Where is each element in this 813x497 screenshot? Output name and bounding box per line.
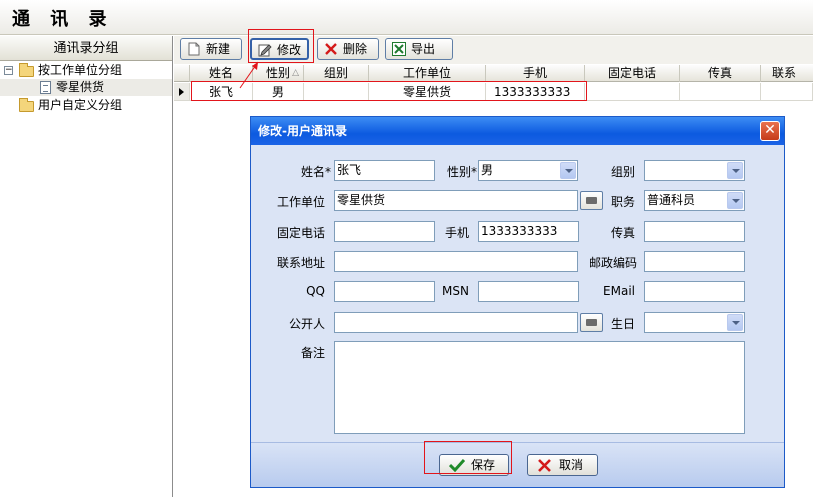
phone-label: 固定电话 (276, 226, 325, 240)
fax-field[interactable] (644, 221, 745, 242)
group-select[interactable] (644, 160, 745, 181)
sidebar-header: 通讯录分组 (0, 36, 172, 61)
company-field[interactable]: 零星供货 (334, 190, 578, 211)
position-label: 职务 (610, 195, 635, 209)
phone-field[interactable] (334, 221, 435, 242)
cell-fax[interactable] (680, 83, 761, 101)
export-button-label: 导出 (411, 42, 436, 56)
row-selector-header (174, 65, 190, 82)
remark-label: 备注 (300, 346, 325, 360)
tree-node-label: 零星供货 (56, 80, 105, 94)
address-field[interactable] (334, 251, 578, 272)
folder-icon (19, 98, 34, 112)
company-label: 工作单位 (276, 195, 325, 209)
delete-button-label: 删除 (343, 42, 368, 56)
tree-node-group-by-company[interactable]: − 按工作单位分组 (0, 62, 172, 79)
column-header-mobile[interactable]: 手机 (486, 65, 585, 82)
tree-node-company-item[interactable]: 零星供货 (0, 79, 172, 96)
save-button-highlight (424, 441, 512, 474)
group-label: 组别 (610, 165, 635, 179)
fax-label: 传真 (610, 226, 635, 240)
position-select[interactable]: 普通科员 (644, 190, 745, 211)
cell-phone[interactable] (585, 83, 680, 101)
group-sidebar: 通讯录分组 − 按工作单位分组 零星供货 用户自定义分组 (0, 36, 173, 497)
mobile-label: 手机 (444, 226, 469, 240)
public-to-field[interactable] (334, 312, 578, 333)
postcode-field[interactable] (644, 251, 745, 272)
document-icon (40, 81, 51, 94)
msn-label: MSN (442, 284, 469, 298)
msn-field[interactable] (478, 281, 579, 302)
postcode-label: 邮政编码 (588, 256, 637, 270)
chevron-down-icon[interactable] (727, 192, 743, 209)
grid-header: 姓名 性别 △ 组别 工作单位 手机 固定电话 传真 联系 (174, 65, 813, 82)
birthday-select[interactable] (644, 312, 745, 333)
dialog-title-bar[interactable]: 修改-用户通讯录 (251, 117, 784, 145)
app-title-bar: 通 讯 录 (0, 0, 813, 35)
address-label: 联系地址 (276, 256, 325, 270)
sort-ascending-icon: △ (292, 68, 299, 78)
public-to-label: 公开人 (288, 317, 325, 331)
collapse-icon[interactable]: − (4, 66, 13, 75)
cancel-x-icon (538, 459, 551, 472)
name-label: 姓名* (300, 165, 331, 179)
mobile-field[interactable]: 1333333333 (478, 221, 579, 242)
dialog-footer: 保存 取消 (251, 442, 784, 487)
edit-contact-dialog: 修改-用户通讯录 ✕ 姓名* 张飞 性别* 男 组别 工作单位 零星供货 职务 … (250, 116, 785, 488)
row-highlight (191, 81, 587, 101)
folder-open-icon (19, 63, 34, 77)
cell-address[interactable] (761, 83, 813, 101)
chevron-down-icon[interactable] (727, 314, 743, 331)
delete-x-icon (325, 43, 337, 55)
cancel-button-label: 取消 (559, 458, 584, 472)
gender-select-value: 男 (481, 163, 494, 177)
new-button-label: 新建 (206, 42, 231, 56)
column-header-fax[interactable]: 传真 (680, 65, 761, 82)
qq-label: QQ (306, 284, 325, 298)
app-title: 通 讯 录 (12, 9, 114, 30)
birthday-label: 生日 (610, 317, 635, 331)
new-document-icon (188, 42, 200, 56)
cancel-button[interactable]: 取消 (527, 454, 598, 476)
column-header-name[interactable]: 姓名 (190, 65, 253, 82)
column-header-phone[interactable]: 固定电话 (585, 65, 680, 82)
excel-icon (392, 42, 406, 56)
column-header-group[interactable]: 组别 (304, 65, 369, 82)
tree-node-label: 用户自定义分组 (38, 98, 123, 112)
column-header-company[interactable]: 工作单位 (369, 65, 486, 82)
email-label: EMail (603, 284, 635, 298)
column-header-address[interactable]: 联系 (761, 65, 813, 82)
column-header-gender[interactable]: 性别 △ (253, 65, 304, 82)
row-selector[interactable] (174, 83, 190, 101)
chevron-down-icon[interactable] (560, 162, 576, 179)
gender-select[interactable]: 男 (478, 160, 578, 181)
dialog-title: 修改-用户通讯录 (258, 124, 347, 138)
qq-field[interactable] (334, 281, 435, 302)
close-icon[interactable]: ✕ (760, 121, 780, 141)
remark-textarea[interactable] (334, 341, 745, 434)
email-field[interactable] (644, 281, 745, 302)
dialog-form: 姓名* 张飞 性别* 男 组别 工作单位 零星供货 职务 普通科员 固定电话 手… (255, 149, 781, 440)
gender-label: 性别* (446, 165, 477, 179)
edit-button-highlight (248, 29, 314, 63)
delete-button[interactable]: 删除 (317, 38, 379, 60)
name-field[interactable]: 张飞 (334, 160, 435, 181)
row-pointer-icon (178, 88, 184, 96)
position-select-value: 普通科员 (647, 193, 696, 207)
tree-node-label: 按工作单位分组 (38, 63, 123, 77)
new-button[interactable]: 新建 (180, 38, 242, 60)
column-header-gender-label: 性别 (265, 66, 290, 80)
tree-node-custom-group[interactable]: 用户自定义分组 (0, 97, 172, 114)
export-button[interactable]: 导出 (385, 38, 453, 60)
chevron-down-icon[interactable] (727, 162, 743, 179)
